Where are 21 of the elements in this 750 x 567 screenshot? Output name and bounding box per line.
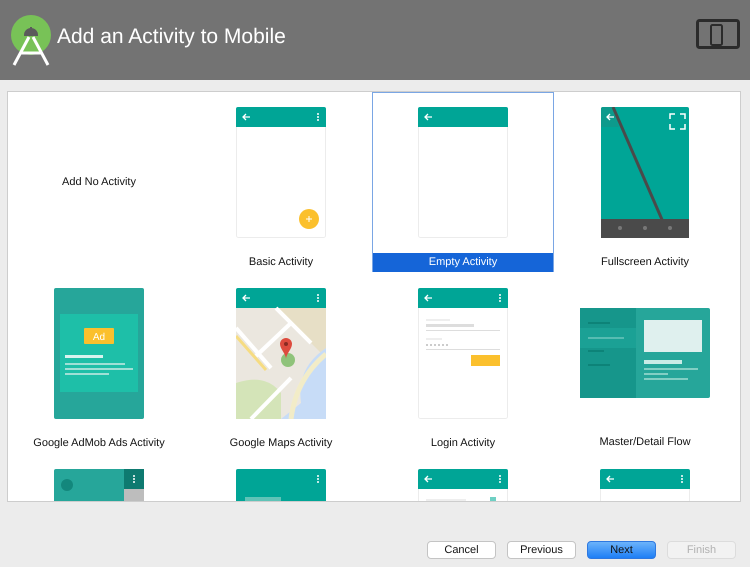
activity-label: Basic Activity [248,255,314,270]
activity-label: Fullscreen Activity [600,255,690,270]
activity-tile[interactable]: Add No Activity [8,92,190,272]
activity-tile[interactable]: Master/Detail Flow [554,273,736,453]
activity-tile[interactable]: Fullscreen Activity [554,92,736,272]
activity-tile[interactable]: Ad Google AdMob Ads Activity [8,273,190,453]
activity-label: Login Activity [430,436,496,451]
activity-tile[interactable]: Google Maps Activity [190,273,372,453]
activity-label: Add No Activity [61,174,137,190]
activity-label: Google Maps Activity [228,436,334,451]
ad-label: Ad [92,332,106,343]
activity-label: Empty Activity [373,253,553,272]
activity-tile[interactable]: Basic Activity [190,92,372,272]
activity-label: Google AdMob Ads Activity [32,436,166,451]
window-title: Add an Activity to Mobile [57,25,287,49]
dialog-button[interactable]: Next [587,541,656,559]
dialog-button[interactable]: Previous [507,541,576,559]
activity-tile[interactable]: Login Activity [372,273,554,453]
dialog-button[interactable]: Cancel [427,541,496,559]
activity-tile[interactable]: Empty Activity [372,92,554,272]
activity-label: Master/Detail Flow [598,435,692,450]
